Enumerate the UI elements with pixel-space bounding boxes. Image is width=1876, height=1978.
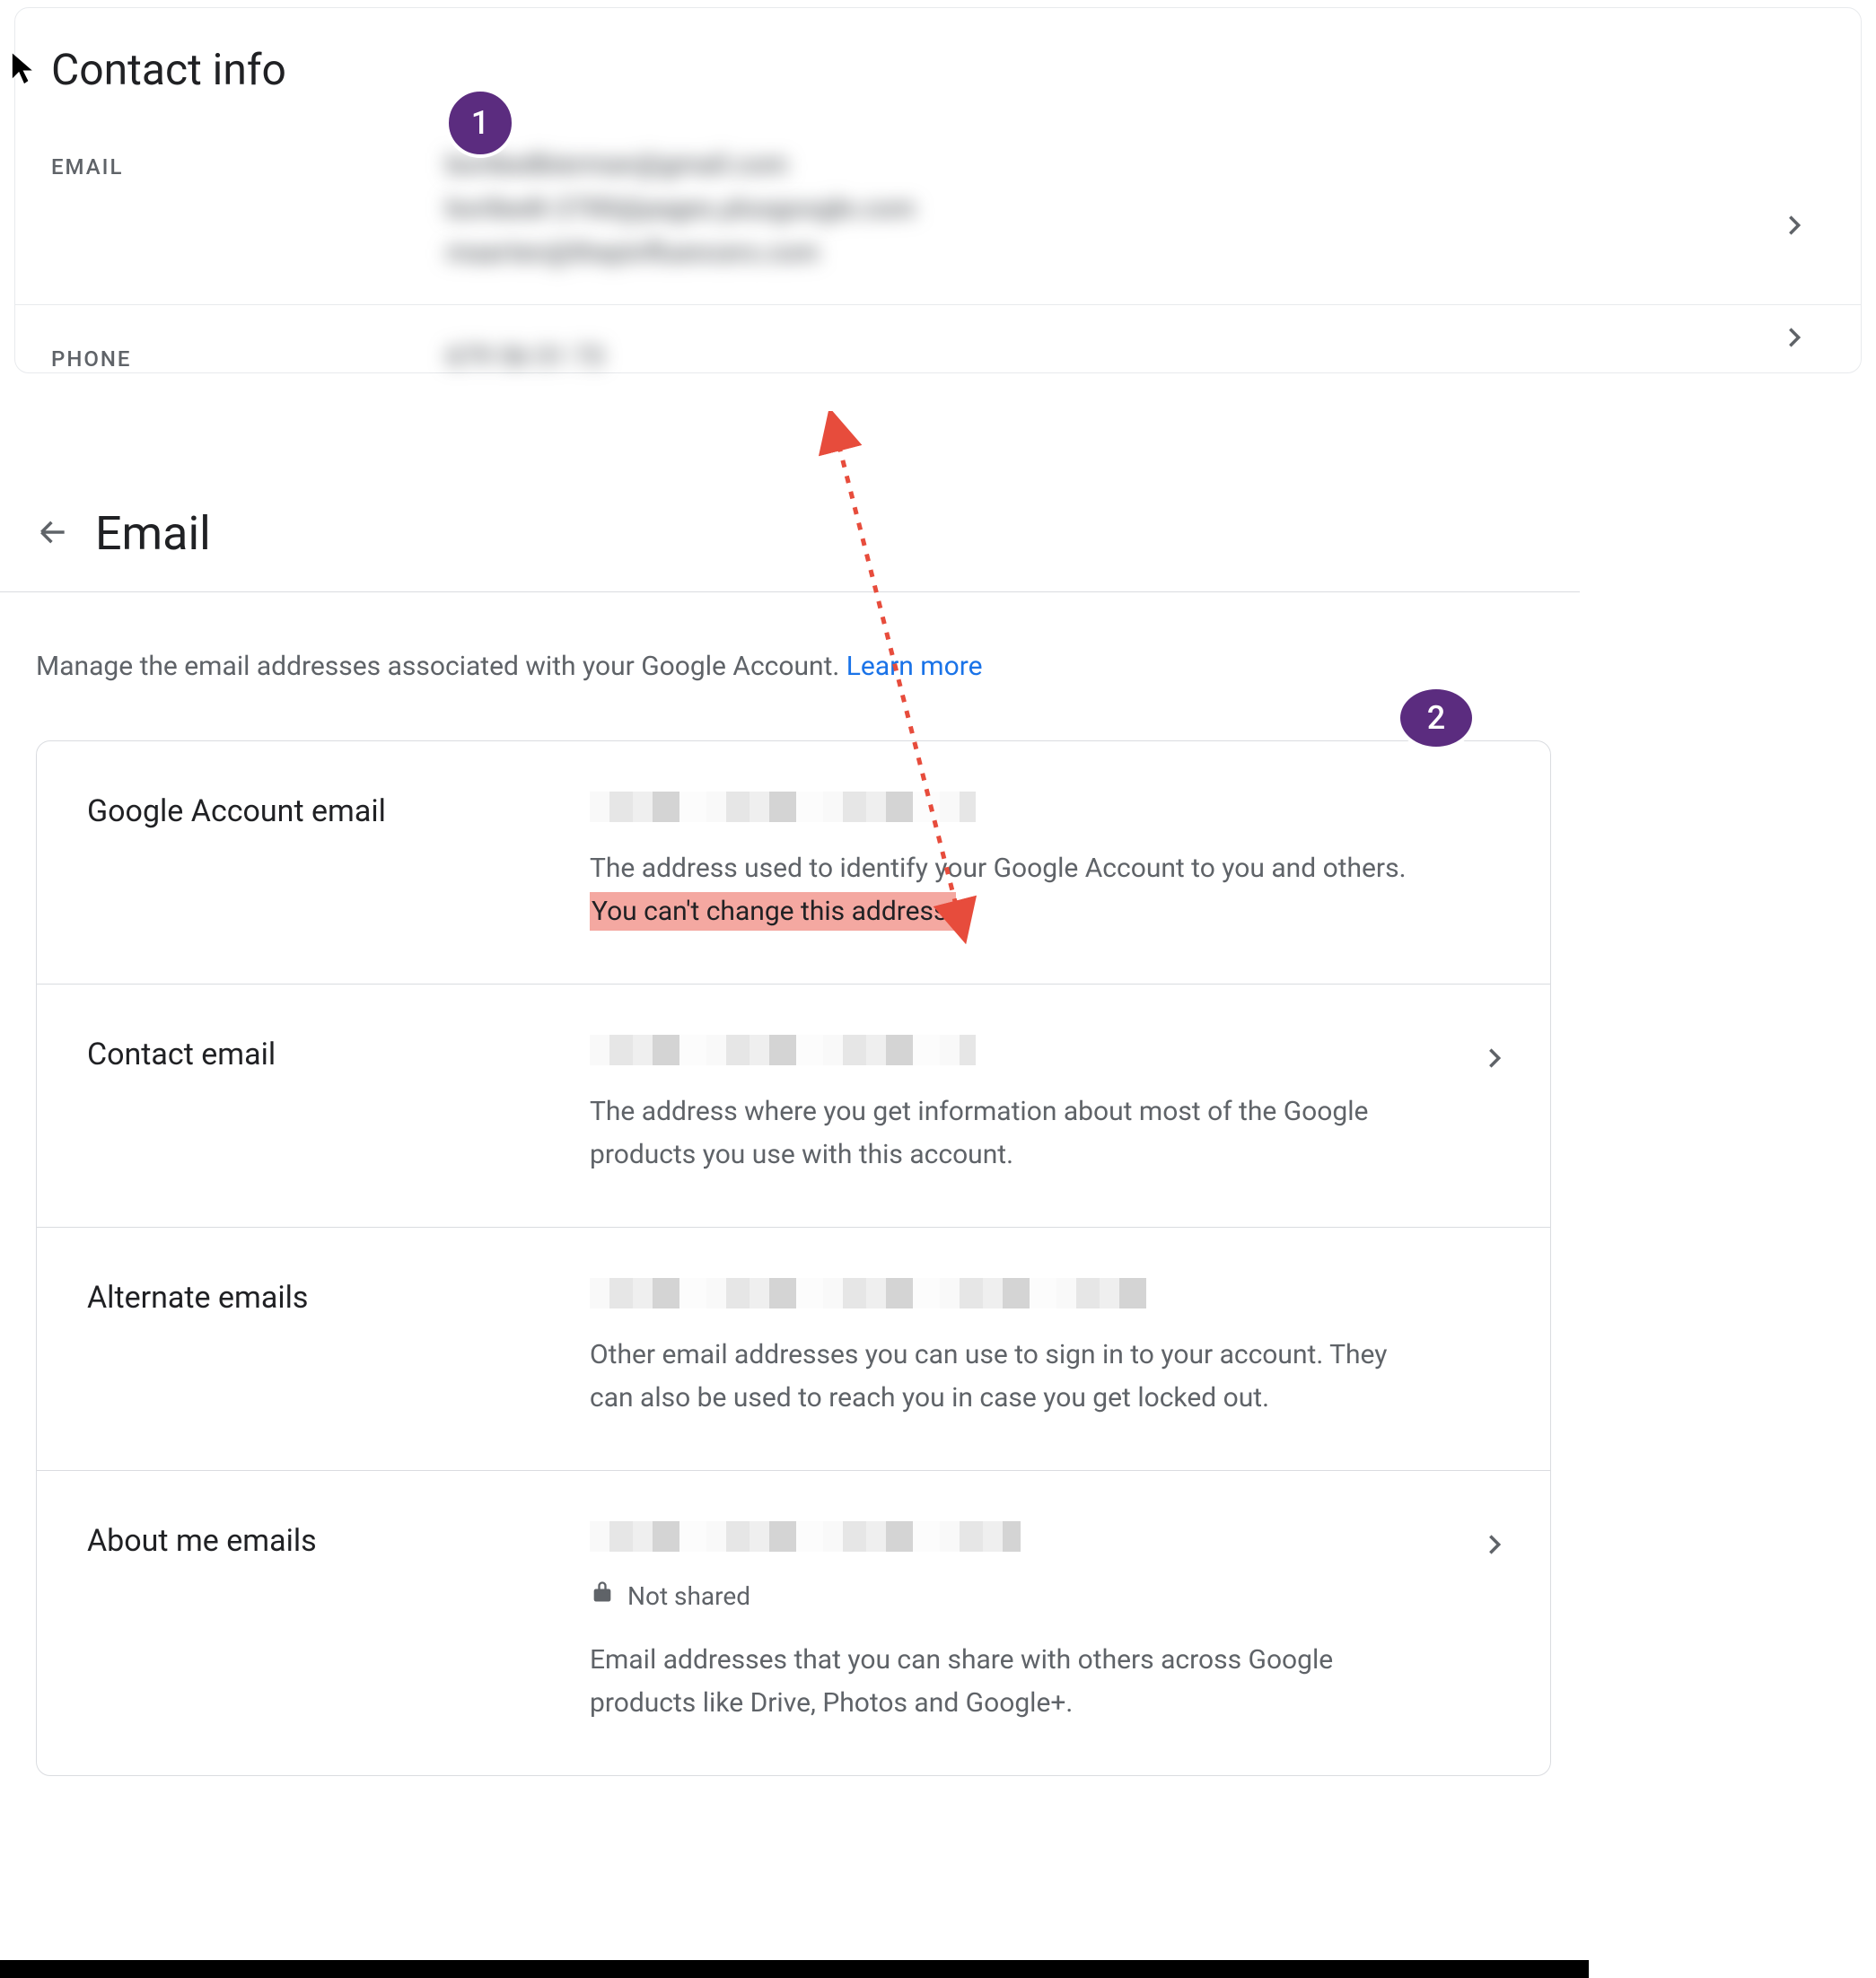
not-shared-label: Not shared (627, 1577, 750, 1617)
row-label: About me emails (87, 1521, 590, 1725)
row-label: Alternate emails (87, 1278, 590, 1420)
lock-icon (590, 1577, 615, 1617)
learn-more-link[interactable]: Learn more (846, 651, 983, 682)
email-page-title: Email (95, 506, 211, 561)
contact-info-card: Contact info EMAIL boribedbierman@gmail.… (14, 7, 1862, 373)
chevron-right-icon (1782, 325, 1807, 354)
step-badge-1: 1 (445, 88, 515, 158)
phone-row[interactable]: PHONE 679 56 51 73 (15, 305, 1861, 372)
highlighted-text: You can't change this address. (590, 892, 956, 931)
chevron-right-icon (1482, 1532, 1507, 1561)
email-settings-panel: Email Manage the email addresses associa… (0, 506, 1580, 1812)
row-desc: The address where you get information ab… (590, 1090, 1416, 1177)
redacted-value (590, 1278, 1146, 1308)
row-label: Contact email (87, 1035, 590, 1177)
email-value: boribedbierman@gmail.com (446, 149, 1807, 180)
email-intro: Manage the email addresses associated wi… (36, 646, 1580, 687)
email-header: Email (0, 506, 1580, 592)
back-button[interactable] (36, 515, 70, 553)
email-settings-card: Google Account email The address used to… (36, 740, 1551, 1776)
email-values: boribedbierman@gmail.com boribedt-2700@p… (446, 149, 1807, 268)
about-me-emails-row[interactable]: About me emails Not shared Email address… (37, 1470, 1550, 1775)
google-account-email-row: Google Account email The address used to… (37, 741, 1550, 984)
bottom-bar (0, 1960, 1589, 1978)
contact-email-row[interactable]: Contact email The address where you get … (37, 984, 1550, 1227)
phone-label: PHONE (51, 341, 446, 372)
privacy-status: Not shared (590, 1577, 1514, 1617)
phone-value: 679 56 51 73 (446, 341, 1807, 372)
phone-values: 679 56 51 73 (446, 341, 1807, 372)
cursor-icon (11, 52, 38, 90)
row-desc: Email addresses that you can share with … (590, 1639, 1416, 1725)
redacted-value (590, 792, 976, 822)
row-desc: Other email addresses you can use to sig… (590, 1334, 1416, 1420)
row-label: Google Account email (87, 792, 590, 933)
alternate-emails-row: Alternate emails Other email addresses y… (37, 1227, 1550, 1470)
chevron-right-icon (1482, 1046, 1507, 1074)
email-value: boribedt-2700@pages.plusgoogle.com (446, 193, 1807, 224)
page-title: Contact info (51, 44, 1861, 95)
chevron-right-icon (1782, 213, 1807, 241)
email-label: EMAIL (51, 149, 446, 179)
email-row[interactable]: EMAIL boribedbierman@gmail.com boribedt-… (15, 149, 1861, 305)
row-desc: The address used to identify your Google… (590, 847, 1416, 933)
step-badge-2: 2 (1397, 686, 1476, 750)
intro-text: Manage the email addresses associated wi… (36, 651, 846, 682)
email-value: maarten@thepinfluencers.com (446, 237, 1807, 268)
redacted-value (590, 1521, 1021, 1552)
redacted-value (590, 1035, 976, 1065)
